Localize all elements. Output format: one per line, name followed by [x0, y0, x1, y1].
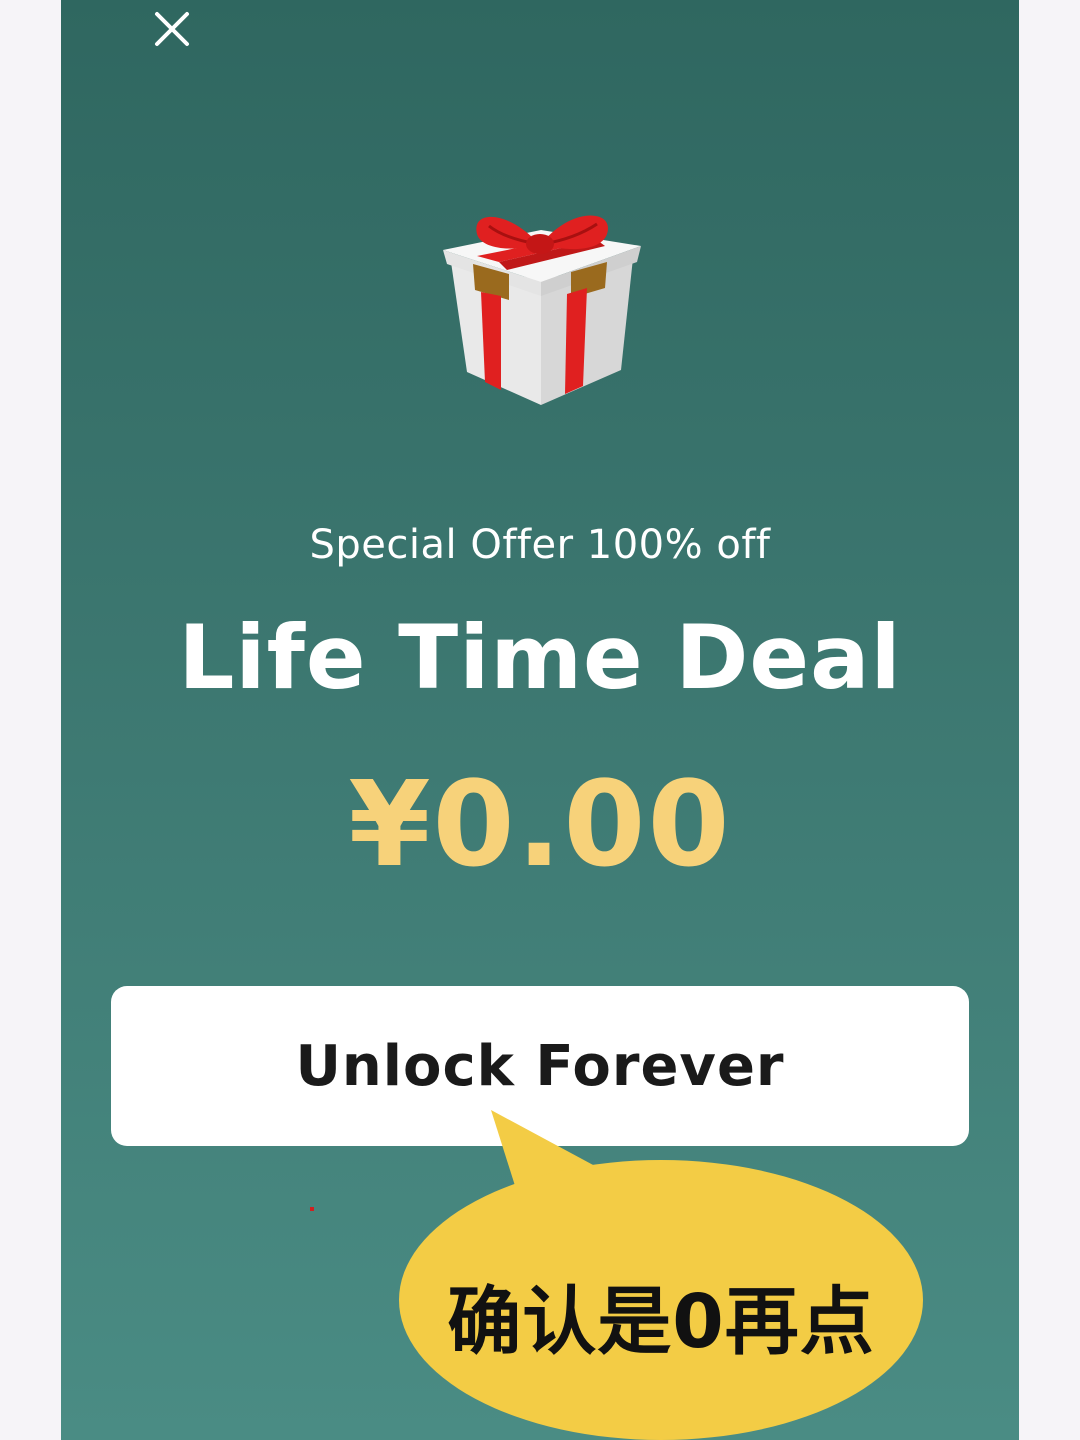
unlock-forever-button[interactable]: Unlock Forever: [111, 986, 969, 1146]
close-icon: [155, 12, 189, 46]
page: Special Offer 100% off Life Time Deal ¥0…: [0, 0, 1080, 1440]
offer-panel: Special Offer 100% off Life Time Deal ¥0…: [61, 0, 1019, 1440]
offer-price: ¥0.00: [348, 755, 732, 893]
callout-text: 确认是0再点: [447, 1279, 875, 1365]
red-dot: [310, 1207, 314, 1211]
offer-title: Life Time Deal: [178, 606, 902, 709]
gift-icon: [437, 200, 647, 410]
close-button[interactable]: [149, 6, 195, 52]
offer-subtitle: Special Offer 100% off: [309, 522, 771, 568]
